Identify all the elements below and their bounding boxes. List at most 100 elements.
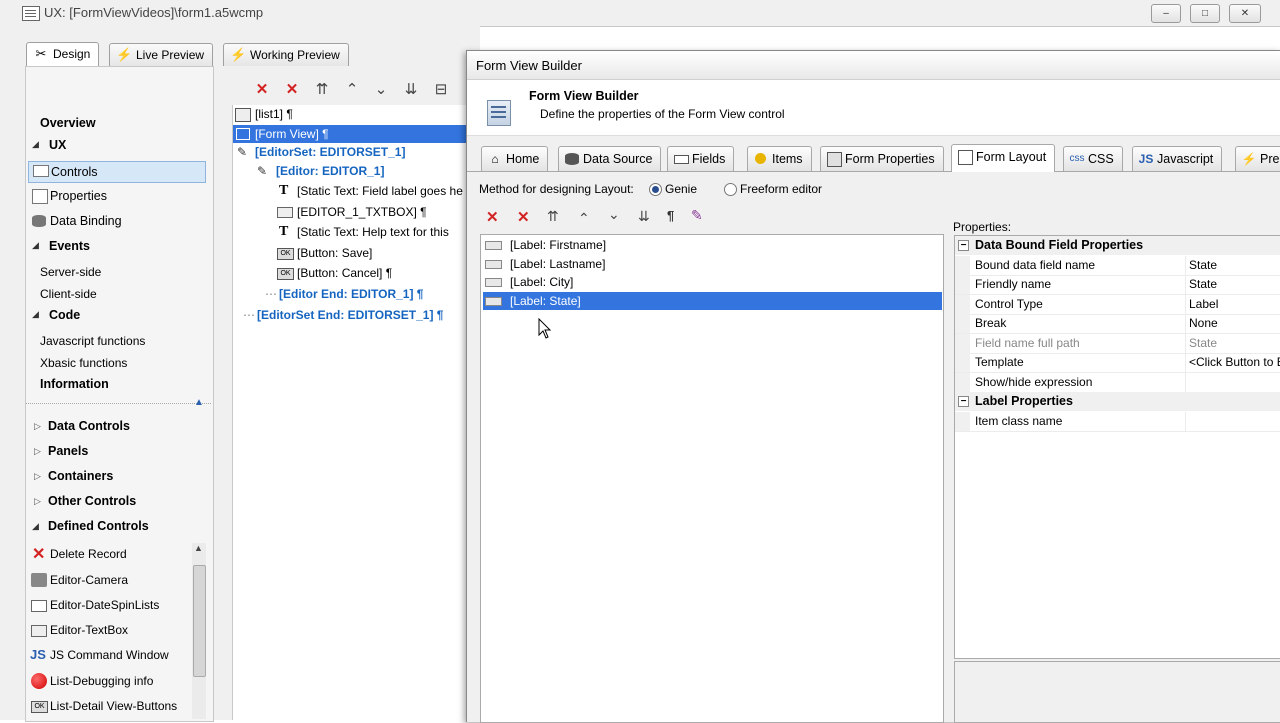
indent-icon[interactable]: ⊟ bbox=[432, 81, 450, 99]
tab-design[interactable]: ✂ Design bbox=[26, 42, 100, 67]
freeform-editor-label[interactable]: Freeform editor bbox=[740, 182, 822, 196]
tab-data-source[interactable]: Data Source bbox=[558, 146, 662, 171]
controls-icon bbox=[33, 165, 49, 177]
nav-client-side[interactable]: Client-side bbox=[40, 287, 97, 301]
move-down-icon[interactable]: ⌄ bbox=[372, 81, 390, 99]
nav-ux[interactable]: UX bbox=[49, 138, 66, 152]
nav-controls[interactable]: Controls bbox=[28, 161, 206, 183]
textbox-icon bbox=[31, 625, 47, 637]
tab-fields[interactable]: Fields bbox=[667, 146, 735, 171]
lightning-icon: ⚡ bbox=[230, 47, 247, 62]
list-item[interactable]: [Label: Firstname] bbox=[483, 236, 942, 254]
property-category[interactable]: − Data Bound Field Properties bbox=[955, 236, 1280, 255]
collapse-arrow-icon[interactable]: ◢ bbox=[32, 139, 39, 150]
property-category[interactable]: − Label Properties bbox=[955, 392, 1280, 411]
group-defined-controls[interactable]: Defined Controls bbox=[48, 519, 149, 533]
maximize-button[interactable]: □ bbox=[1190, 4, 1220, 23]
list-item-selected[interactable]: [Label: State] bbox=[483, 292, 942, 310]
expand-arrow-icon[interactable]: ▷ bbox=[34, 421, 41, 432]
move-bottom-icon[interactable]: ⇊ bbox=[638, 208, 650, 225]
collapse-arrow-icon[interactable]: ◢ bbox=[32, 521, 39, 532]
scrollbar[interactable]: ▲ bbox=[192, 543, 206, 719]
property-row[interactable]: Control Type Label bbox=[955, 295, 1280, 315]
collapse-icon[interactable]: − bbox=[958, 396, 969, 407]
tab-javascript[interactable]: JS Javascript bbox=[1132, 146, 1223, 171]
move-up-icon[interactable]: ⌃ bbox=[578, 210, 590, 227]
tab-form-properties[interactable]: Form Properties bbox=[820, 146, 944, 171]
tab-live-preview[interactable]: ⚡ Live Preview bbox=[109, 43, 214, 66]
group-other-controls[interactable]: Other Controls bbox=[48, 494, 136, 508]
tab-css[interactable]: css CSS bbox=[1063, 146, 1123, 171]
group-data-controls[interactable]: Data Controls bbox=[48, 419, 130, 433]
move-top-icon[interactable]: ⇈ bbox=[313, 81, 331, 99]
delete-icon[interactable]: ✕ bbox=[517, 208, 530, 226]
tab-items[interactable]: Items bbox=[747, 146, 812, 171]
nav-data-binding[interactable]: Data Binding bbox=[30, 213, 206, 231]
property-row[interactable]: Field name full path State bbox=[955, 334, 1280, 354]
list-item[interactable]: [Label: City] bbox=[483, 273, 942, 291]
property-row[interactable]: Show/hide expression bbox=[955, 373, 1280, 393]
scroll-up-icon[interactable]: ▲ bbox=[194, 543, 203, 553]
scroll-thumb[interactable] bbox=[193, 565, 206, 677]
genie-radio-label[interactable]: Genie bbox=[665, 182, 697, 196]
property-row[interactable]: Template <Click Button to E bbox=[955, 353, 1280, 373]
method-label: Method for designing Layout: bbox=[479, 182, 634, 196]
group-panels[interactable]: Panels bbox=[48, 444, 88, 458]
expand-arrow-icon[interactable]: ▷ bbox=[34, 446, 41, 457]
genie-radio[interactable] bbox=[649, 183, 662, 196]
move-bottom-icon[interactable]: ⇊ bbox=[402, 81, 420, 99]
list-item[interactable]: Editor-DateSpinLists bbox=[30, 597, 190, 615]
close-button[interactable]: ✕ bbox=[1229, 4, 1261, 23]
nav-xbasic-functions[interactable]: Xbasic functions bbox=[40, 356, 127, 370]
tree-item-selected[interactable]: [Form View] ¶ bbox=[233, 125, 469, 143]
property-row[interactable]: Break None bbox=[955, 314, 1280, 334]
delete-all-icon[interactable]: ✕ bbox=[486, 208, 499, 226]
property-row[interactable]: Friendly name State bbox=[955, 275, 1280, 295]
collapse-arrow-icon[interactable]: ◢ bbox=[32, 240, 39, 251]
pilcrow-icon[interactable]: ¶ bbox=[667, 208, 674, 223]
collapse-icon[interactable]: − bbox=[958, 240, 969, 251]
list-item[interactable]: JS JS Command Window bbox=[30, 647, 190, 665]
expand-arrow-icon[interactable]: ▷ bbox=[34, 496, 41, 507]
expand-arrow-icon[interactable]: ▷ bbox=[34, 471, 41, 482]
delete-all-icon[interactable]: ✕ bbox=[253, 81, 271, 99]
nav-properties[interactable]: Properties bbox=[30, 188, 206, 206]
group-containers[interactable]: Containers bbox=[48, 469, 113, 483]
chevron-up-icon[interactable]: ▲ bbox=[194, 397, 204, 408]
list-item[interactable]: Editor-TextBox bbox=[30, 622, 190, 640]
delete-icon[interactable]: ✕ bbox=[283, 81, 301, 99]
label-icon bbox=[485, 297, 502, 306]
mouse-cursor-icon bbox=[538, 318, 552, 339]
navigation-panel: Overview ◢ UX Controls Properties Data B… bbox=[25, 66, 214, 722]
tab-working-preview[interactable]: ⚡ Working Preview bbox=[223, 43, 349, 66]
property-row[interactable]: Item class name bbox=[955, 412, 1280, 432]
tab-pre[interactable]: ⚡ Pre bbox=[1235, 146, 1280, 171]
move-up-icon[interactable]: ⌃ bbox=[343, 81, 361, 99]
divider bbox=[26, 403, 211, 405]
list-item[interactable]: Editor-Camera bbox=[30, 572, 190, 590]
form-icon bbox=[826, 151, 842, 167]
tab-home[interactable]: ⌂ Home bbox=[481, 146, 549, 171]
list-item[interactable]: List-Debugging info bbox=[30, 673, 190, 691]
move-down-icon[interactable]: ⌄ bbox=[608, 206, 620, 223]
nav-information[interactable]: Information bbox=[40, 377, 109, 391]
freeform-editor-radio[interactable] bbox=[724, 183, 737, 196]
js-icon: JS bbox=[30, 647, 46, 662]
property-row[interactable]: Bound data field name State bbox=[955, 256, 1280, 276]
list-item[interactable]: [Label: Lastname] bbox=[483, 255, 942, 273]
nav-js-functions[interactable]: Javascript functions bbox=[40, 334, 145, 348]
list-item[interactable]: ✕ Delete Record bbox=[30, 546, 190, 564]
tab-form-layout[interactable]: Form Layout bbox=[951, 144, 1056, 172]
wand-icon[interactable]: ✎ bbox=[691, 207, 703, 224]
move-top-icon[interactable]: ⇈ bbox=[547, 208, 559, 225]
minimize-button[interactable]: – bbox=[1151, 4, 1181, 23]
list-item[interactable]: OK List-Detail View-Buttons bbox=[30, 698, 190, 716]
collapse-arrow-icon[interactable]: ◢ bbox=[32, 309, 39, 320]
layout-item-list: [Label: Firstname] [Label: Lastname] [La… bbox=[480, 234, 944, 723]
nav-events[interactable]: Events bbox=[49, 239, 90, 253]
nav-overview[interactable]: Overview bbox=[40, 116, 96, 130]
nav-code[interactable]: Code bbox=[49, 308, 80, 322]
nav-server-side[interactable]: Server-side bbox=[40, 265, 101, 279]
ok-button-icon: OK bbox=[277, 248, 294, 260]
layout-icon bbox=[957, 149, 973, 165]
